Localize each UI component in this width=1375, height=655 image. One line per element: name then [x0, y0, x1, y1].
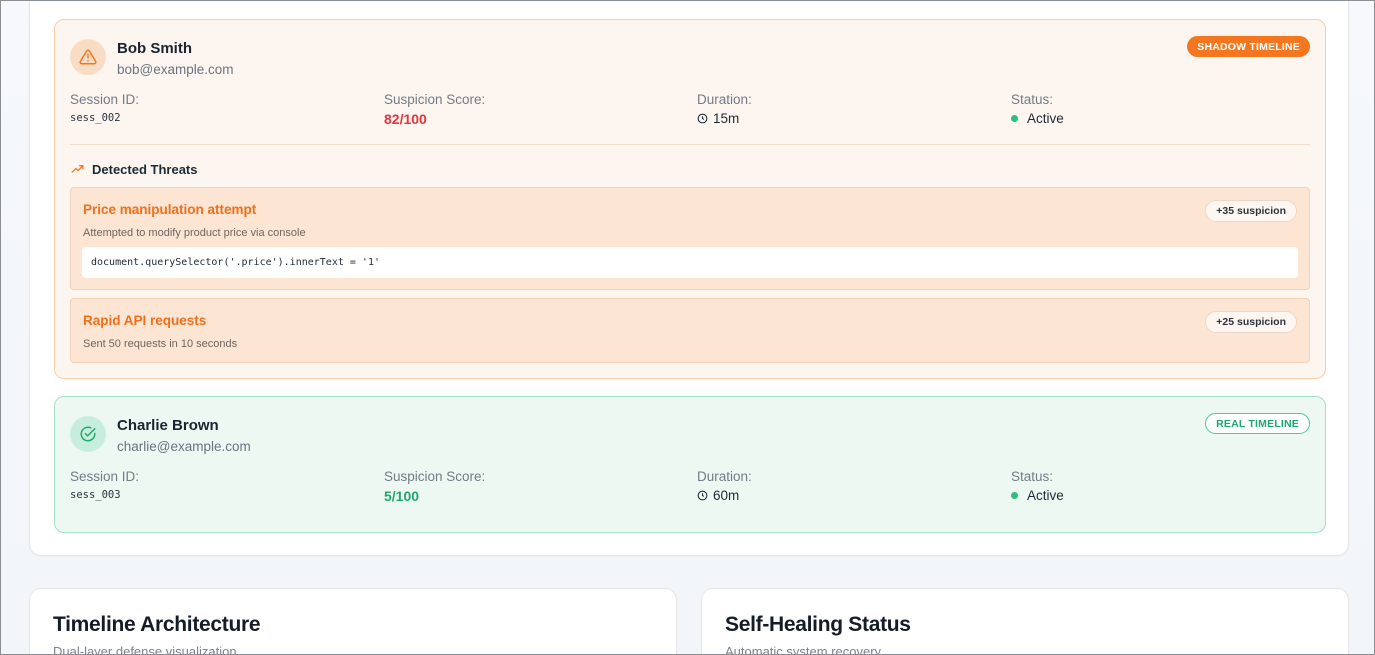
real-timeline-badge: REAL TIMELINE — [1205, 413, 1310, 434]
threat-description: Attempted to modify product price via co… — [83, 227, 306, 239]
divider — [70, 144, 1310, 145]
suspicion-score-value: 5/100 — [384, 488, 420, 504]
panel-subtitle: Automatic system recovery — [725, 644, 882, 655]
status-label: Status: — [1011, 92, 1054, 107]
user-name: Bob Smith — [117, 40, 192, 57]
duration-text: 15m — [713, 111, 740, 126]
session-id-label: Session ID: — [70, 469, 140, 484]
suspicion-score-stat: Suspicion Score: 5/100 — [384, 469, 485, 504]
clock-icon — [697, 490, 708, 501]
clock-icon — [697, 113, 708, 124]
trending-up-icon — [71, 165, 84, 173]
status-dot-icon — [1011, 492, 1018, 499]
threat-title: Price manipulation attempt — [83, 202, 257, 217]
status-dot-icon — [1011, 115, 1018, 122]
suspicion-score-stat: Suspicion Score: 82/100 — [384, 92, 485, 127]
duration-label: Duration: — [697, 469, 752, 484]
status-value: Active — [1011, 111, 1064, 126]
duration-label: Duration: — [697, 92, 752, 107]
active-sessions-panel: Bob Smith bob@example.com SHADOW TIMELIN… — [29, 1, 1349, 556]
detected-threats-label: Detected Threats — [92, 162, 198, 177]
status-stat: Status: Active — [1011, 92, 1064, 126]
duration-value: 60m — [697, 488, 752, 503]
app-frame: Bob Smith bob@example.com SHADOW TIMELIN… — [0, 0, 1375, 655]
suspicion-delta-badge: +25 suspicion — [1205, 311, 1297, 333]
session-card-real[interactable]: Charlie Brown charlie@example.com REAL T… — [54, 396, 1326, 533]
suspicion-score-label: Suspicion Score: — [384, 92, 486, 107]
suspicion-score-value: 82/100 — [384, 111, 427, 127]
check-circle-icon — [70, 416, 106, 452]
session-card-shadow[interactable]: Bob Smith bob@example.com SHADOW TIMELIN… — [54, 19, 1326, 379]
duration-stat: Duration: 60m — [697, 469, 752, 503]
user-email: bob@example.com — [117, 62, 234, 77]
panel-title: Timeline Architecture — [53, 613, 261, 636]
duration-value: 15m — [697, 111, 752, 126]
session-id-label: Session ID: — [70, 92, 140, 107]
session-id-stat: Session ID: sess_003 — [70, 469, 139, 501]
self-healing-status-panel: Self-Healing Status Automatic system rec… — [701, 588, 1349, 655]
duration-text: 60m — [713, 488, 740, 503]
panel-subtitle: Dual-layer defense visualization — [53, 644, 237, 655]
threat-code-snippet: document.querySelector('.price').innerTe… — [82, 247, 1298, 278]
warning-triangle-icon — [70, 39, 106, 75]
threat-title: Rapid API requests — [83, 313, 207, 328]
duration-stat: Duration: 15m — [697, 92, 752, 126]
status-text: Active — [1027, 488, 1064, 503]
shadow-timeline-badge: SHADOW TIMELINE — [1187, 36, 1310, 57]
threat-description: Sent 50 requests in 10 seconds — [83, 338, 238, 350]
user-email: charlie@example.com — [117, 439, 251, 454]
panel-title: Self-Healing Status — [725, 613, 911, 636]
suspicion-delta-badge: +35 suspicion — [1205, 200, 1297, 222]
suspicion-score-label: Suspicion Score: — [384, 469, 486, 484]
user-name: Charlie Brown — [117, 417, 219, 434]
detected-threats-heading: Detected Threats — [71, 162, 197, 177]
threat-item[interactable]: Rapid API requests Sent 50 requests in 1… — [70, 298, 1310, 363]
status-stat: Status: Active — [1011, 469, 1064, 503]
session-id-value: sess_002 — [70, 112, 121, 124]
threat-item[interactable]: Price manipulation attempt Attempted to … — [70, 187, 1310, 290]
status-text: Active — [1027, 111, 1064, 126]
session-id-stat: Session ID: sess_002 — [70, 92, 139, 124]
status-value: Active — [1011, 488, 1064, 503]
session-id-value: sess_003 — [70, 489, 121, 501]
timeline-architecture-panel: Timeline Architecture Dual-layer defense… — [29, 588, 677, 655]
status-label: Status: — [1011, 469, 1054, 484]
